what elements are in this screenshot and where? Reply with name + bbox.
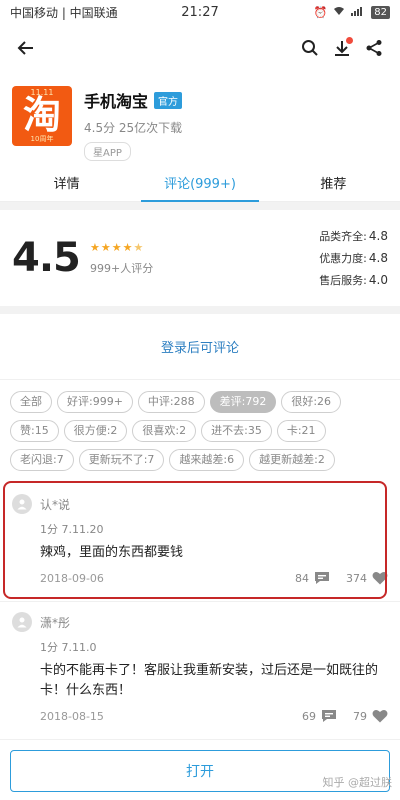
filter-tag[interactable]: 越更新越差:2 (249, 449, 335, 471)
heart-icon (372, 572, 388, 585)
battery-icon: 82 (371, 5, 390, 19)
app-info: 手机淘宝 官方 4.5分 25亿次下载 星APP (84, 86, 182, 170)
comment-rating-version: 1分 7.11.0 (40, 641, 97, 654)
filter-tag[interactable]: 很方便:2 (63, 420, 128, 442)
filter-tag[interactable]: 赞:15 (10, 420, 59, 442)
app-name: 手机淘宝 (84, 92, 149, 111)
heart-icon (372, 710, 388, 723)
signal-icon (351, 6, 365, 19)
comment-item: 认*说 1分 7.11.20 辣鸡，里面的东西都要钱 2018-09-06 84… (0, 484, 400, 602)
star-icon: ★ (122, 240, 133, 254)
reply-count: 84 (295, 571, 309, 585)
rating-summary: 4.5 ★ ★ ★ ★ ★ 999+人评分 品类齐全: 4.8 优惠力度: 4.8 … (0, 210, 400, 306)
filter-tag[interactable]: 卡:21 (276, 420, 326, 442)
filter-tag[interactable]: 进不去:35 (201, 420, 272, 442)
reply-button[interactable] (314, 571, 330, 585)
app-header: 11.11 淘 10周年 手机淘宝 官方 4.5分 25亿次下载 星APP (0, 72, 400, 170)
filter-tag[interactable]: 越来越差:6 (169, 449, 245, 471)
tab-comments[interactable]: 评论(999+) (133, 170, 266, 202)
search-icon (302, 40, 318, 56)
arrow-left-icon (17, 41, 33, 55)
like-count: 374 (346, 571, 367, 585)
comment-icon (315, 572, 329, 584)
status-icons: ⏰ 82 (313, 5, 390, 19)
avatar[interactable] (12, 612, 32, 632)
share-button[interactable] (358, 32, 390, 64)
comment-filters: 全部 好评:999+ 中评:288 差评:792 很好:26 赞:15 很方便:… (0, 380, 400, 484)
comment-date: 2018-09-06 (40, 571, 104, 585)
filter-tag[interactable]: 更新玩不了:7 (78, 449, 165, 471)
rating-count: 999+人评分 (90, 261, 154, 275)
avatar[interactable] (12, 494, 32, 514)
tab-details[interactable]: 详情 (0, 170, 133, 201)
official-badge: 官方 (154, 91, 183, 109)
reply-button[interactable] (321, 709, 337, 723)
comment-text: 辣鸡，里面的东西都要钱 (40, 545, 184, 560)
sub-scores: 品类齐全: 4.8 优惠力度: 4.8 售后服务: 4.0 (319, 228, 388, 288)
filter-all[interactable]: 全部 (10, 391, 52, 413)
wifi-icon (333, 6, 345, 19)
reply-count: 69 (302, 709, 316, 723)
sub-score-value: 4.0 (368, 273, 388, 287)
stars-block: ★ ★ ★ ★ ★ 999+人评分 (90, 241, 319, 276)
overall-score: 4.5 (12, 235, 81, 281)
filter-positive[interactable]: 好评:999+ (57, 391, 133, 413)
sub-score-service: 售后服务: 4.0 (319, 272, 388, 288)
filter-tag[interactable]: 很喜欢:2 (132, 420, 197, 442)
tab-recommend[interactable]: 推荐 (267, 170, 400, 201)
filter-negative[interactable]: 差评:792 (209, 391, 277, 413)
section-divider (0, 202, 400, 210)
sub-score-label: 品类齐全: (319, 230, 367, 243)
user-icon (17, 499, 27, 510)
sub-score-label: 售后服务: (319, 274, 367, 287)
notification-dot (346, 37, 353, 44)
sub-score-value: 4.8 (368, 229, 388, 243)
login-prompt: 登录后可评论 (0, 314, 400, 380)
star-icon: ★ (111, 240, 122, 254)
logo-bottom-text: 10周年 (30, 135, 54, 143)
sub-score-variety: 品类齐全: 4.8 (319, 228, 388, 244)
user-icon (17, 617, 27, 628)
sub-score-discount: 优惠力度: 4.8 (319, 250, 388, 266)
filter-neutral[interactable]: 中评:288 (137, 391, 205, 413)
login-to-comment-link[interactable]: 登录后可评论 (161, 337, 239, 356)
star-icon: ★ (90, 240, 100, 254)
half-star-icon: ★ (133, 240, 144, 254)
sub-score-value: 4.8 (368, 251, 388, 265)
sub-score-label: 优惠力度: (319, 252, 367, 265)
logo-glyph: 淘 (22, 93, 61, 137)
username: 潇*彤 (40, 615, 71, 630)
tab-bar: 详情 评论(999+) 推荐 (0, 170, 400, 202)
like-button[interactable] (372, 709, 388, 723)
logo-top-text: 11.11 (30, 88, 54, 97)
filter-tag[interactable]: 老闪退:7 (10, 449, 74, 471)
download-button[interactable] (326, 32, 358, 64)
comment-rating-version: 1分 7.11.20 (40, 523, 104, 536)
back-button[interactable] (10, 32, 42, 64)
comment-date: 2018-08-15 (40, 709, 104, 723)
app-bar (0, 24, 400, 72)
like-button[interactable] (372, 571, 388, 585)
comment-text: 卡的不能再卡了！客服让我重新安装，过后还是一如既往的卡！什么东西！ (40, 663, 379, 698)
app-logo: 11.11 淘 10周年 (12, 86, 72, 146)
carrier-label: 中国移动 | 中国联通 (10, 5, 118, 20)
share-icon (366, 40, 382, 56)
alarm-icon: ⏰ (313, 5, 328, 19)
app-meta: 4.5分 25亿次下载 (84, 121, 183, 135)
comment-icon (322, 710, 336, 722)
username: 认*说 (40, 497, 71, 512)
star-app-chip[interactable]: 星APP (84, 142, 131, 161)
like-count: 79 (353, 709, 367, 723)
bottom-bar: 打开 知乎 @超过朕 (0, 744, 400, 800)
filter-tag[interactable]: 很好:26 (281, 391, 342, 413)
watermark: 知乎 @超过朕 (322, 776, 393, 789)
star-rating: ★ ★ ★ ★ ★ (90, 241, 319, 254)
comment-item: 潇*彤 1分 7.11.0 卡的不能再卡了！客服让我重新安装，过后还是一如既往的… (0, 602, 400, 740)
section-divider (0, 306, 400, 314)
star-icon: ★ (100, 240, 111, 254)
search-button[interactable] (294, 32, 326, 64)
status-bar: 中国移动 | 中国联通 21:27 ⏰ 82 (0, 0, 400, 24)
